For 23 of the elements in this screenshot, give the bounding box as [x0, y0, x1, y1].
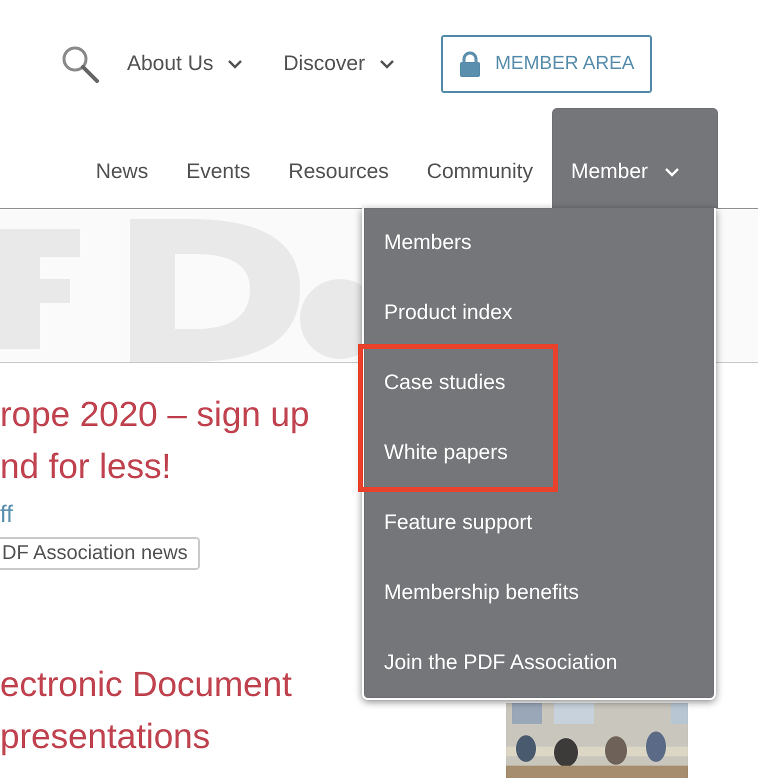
menu-item[interactable]: Members: [364, 208, 714, 278]
author-link[interactable]: ff: [0, 501, 13, 529]
chevron-down-icon: [664, 166, 680, 176]
lock-icon: [459, 51, 482, 77]
article-title[interactable]: rope 2020 – sign up nd for less!: [0, 389, 310, 493]
menu-item[interactable]: Case studies: [364, 348, 554, 418]
nav-tab[interactable]: Community: [408, 108, 552, 208]
article-title[interactable]: ectronic Document presentations: [0, 659, 292, 763]
nav-tab[interactable]: Member: [552, 108, 718, 208]
chevron-down-icon: [227, 59, 244, 69]
menu-item[interactable]: Feature support: [364, 488, 714, 558]
nav-tab[interactable]: News: [76, 108, 168, 208]
menu-item[interactable]: Product index: [364, 278, 714, 348]
nav-menu-link[interactable]: About Us: [127, 52, 244, 76]
member-area-button[interactable]: MEMBER AREA: [441, 35, 652, 93]
category-tag[interactable]: DF Association news: [0, 537, 200, 570]
nav-tab[interactable]: Resources: [269, 108, 408, 208]
chevron-down-icon: [379, 59, 396, 69]
menu-item[interactable]: Join the PDF Association: [364, 628, 714, 698]
nav-menu-link[interactable]: Discover: [283, 52, 396, 76]
nav-tab[interactable]: Events: [167, 108, 270, 208]
menu-item[interactable]: Membership benefits: [364, 558, 714, 628]
menu-item[interactable]: White papers: [364, 418, 554, 488]
